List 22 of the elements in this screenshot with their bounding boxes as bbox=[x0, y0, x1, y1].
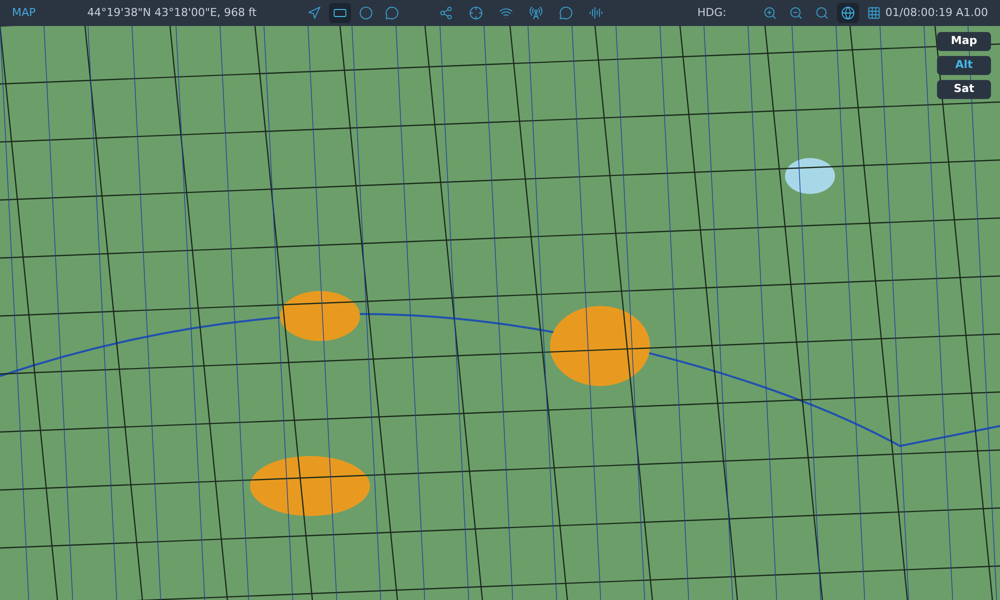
zoom-fit-icon bbox=[815, 6, 830, 20]
globe-button[interactable] bbox=[837, 3, 860, 23]
antenna-tower-icon bbox=[529, 6, 544, 20]
globe-icon bbox=[841, 6, 856, 20]
map-mode-button[interactable]: Alt bbox=[937, 56, 991, 75]
map-mode-button[interactable]: Sat bbox=[937, 80, 991, 99]
nodes-icon bbox=[439, 6, 454, 20]
rectangle-button[interactable] bbox=[329, 3, 352, 23]
map-mode-button[interactable]: Map bbox=[937, 32, 991, 51]
navigation-arrow-icon bbox=[307, 6, 322, 20]
grid-icon bbox=[867, 6, 882, 20]
zoom-in-icon bbox=[763, 6, 778, 20]
audio-wave-icon bbox=[589, 6, 604, 20]
time-readout: 01/08:00:19 A1.00 bbox=[885, 4, 988, 21]
heading-label: HDG: bbox=[697, 4, 728, 21]
rectangle-icon bbox=[333, 6, 348, 20]
circle-icon bbox=[359, 6, 374, 20]
position-readout: 44°19'38"N 43°18'00"E, 968 ft bbox=[87, 4, 258, 21]
crosshair-icon bbox=[469, 6, 484, 20]
chat-bubble-icon bbox=[559, 6, 574, 20]
zoom-out-icon bbox=[789, 6, 804, 20]
map-title: MAP bbox=[12, 4, 37, 21]
